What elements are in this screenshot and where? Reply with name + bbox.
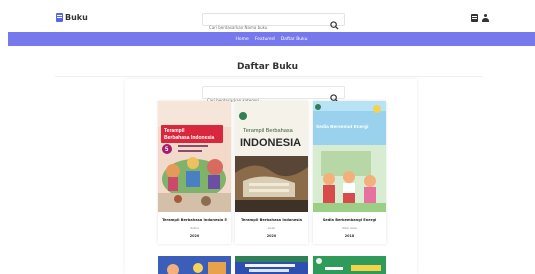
- book-card-partial[interactable]: [235, 256, 308, 274]
- book-card-partial[interactable]: [158, 256, 231, 274]
- cover-title-line-1: Terampil Berbahasa: [243, 128, 294, 134]
- header-search-box: [202, 13, 345, 33]
- book-cover[interactable]: Sedia Bersemut Energi: [313, 101, 386, 212]
- book-year: 2020: [266, 234, 277, 238]
- book-card[interactable]: Terampil Berbahasa INDONESIA Terampil Be…: [235, 101, 308, 244]
- page-title: Daftar Buku: [236, 62, 299, 72]
- nav-home[interactable]: Home: [236, 37, 249, 42]
- book-title[interactable]: Terampil Berbahasa Indonesia: [235, 218, 308, 222]
- book-cover[interactable]: Terampil Berbahasa INDONESIA: [235, 101, 308, 212]
- book-author: Sitar Ariel: [342, 226, 357, 230]
- brand-name: Buku: [65, 13, 88, 22]
- book-author: Sutini: [190, 226, 199, 230]
- header-bar: Buku: [0, 0, 535, 33]
- book-author: Aceh: [267, 226, 276, 230]
- book-title[interactable]: Sedia Berkembangi Energi: [313, 218, 386, 222]
- book-cover[interactable]: Terampil Berbahasa Indonesia 5: [158, 101, 231, 212]
- cover-title-line-1: Terampil: [164, 128, 185, 134]
- category-search-box: [202, 86, 345, 106]
- header-actions: [471, 14, 489, 22]
- book-year: 2020: [189, 234, 200, 238]
- nav-featured[interactable]: Featured: [255, 37, 275, 42]
- book-title[interactable]: Terampil Berbahasa Indonesia 5: [158, 218, 231, 222]
- book-icon: [56, 13, 63, 22]
- title-divider: [55, 76, 482, 77]
- book-card[interactable]: Terampil Berbahasa Indonesia 5 Terampil …: [158, 101, 231, 244]
- book-card-partial[interactable]: [313, 256, 386, 274]
- cover-title-line-2: INDONESIA: [240, 137, 301, 149]
- brand-logo[interactable]: Buku: [56, 13, 88, 22]
- book-card[interactable]: Sedia Bersemut Energi Sedia Berkembangi …: [313, 101, 386, 244]
- user-icon[interactable]: [482, 14, 489, 22]
- book-list-icon[interactable]: [471, 14, 478, 22]
- book-year: 2018: [344, 234, 355, 238]
- main-nav: Home Featured Daftar Buku: [8, 32, 535, 46]
- cover-title-line-2: Berbahasa Indonesia: [164, 135, 215, 141]
- nav-daftar-buku[interactable]: Daftar Buku: [281, 37, 308, 42]
- cover-title-line-1: Sedia Bersemut Energi: [316, 124, 369, 130]
